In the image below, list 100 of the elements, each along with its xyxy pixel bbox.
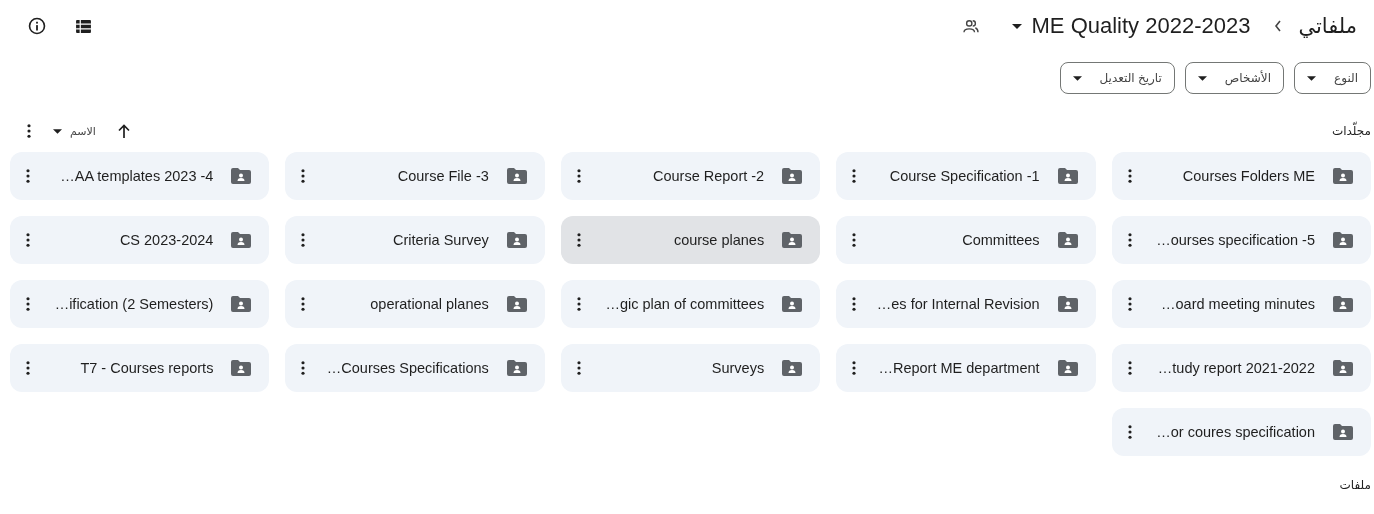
folder-title-dropdown[interactable]: ME Quality 2022-2023: [1003, 13, 1259, 39]
more-options-icon[interactable]: [26, 169, 30, 183]
folder-card[interactable]: CS 2023-2024: [10, 216, 270, 264]
folder-card[interactable]: Courses Folders ME: [1111, 152, 1371, 200]
shared-folder-icon: [231, 168, 252, 184]
sort-dropdown[interactable]: الاسم: [53, 124, 96, 138]
list-view-icon[interactable]: [76, 19, 91, 33]
folder-card[interactable]: …ification (2 Semesters): [10, 280, 270, 328]
more-options-icon[interactable]: [576, 361, 581, 375]
more-options-icon[interactable]: [576, 233, 581, 247]
shared-folder-icon: [506, 232, 527, 248]
folder-card[interactable]: Course Report -2: [560, 152, 821, 200]
folder-card[interactable]: …gic plan of committees: [560, 280, 821, 328]
more-options-icon[interactable]: [852, 233, 857, 247]
shared-folder-icon: [231, 232, 252, 248]
shared-folder-icon: [1057, 360, 1078, 376]
more-options-icon[interactable]: [1127, 297, 1132, 311]
filter-chip[interactable]: النوع: [1294, 62, 1371, 94]
folder-card[interactable]: …AA templates 2023 -4: [10, 152, 270, 200]
shared-folder-icon: [1333, 232, 1353, 248]
more-options-icon[interactable]: [301, 297, 306, 311]
shared-folder-icon: [1057, 168, 1078, 184]
more-options-icon[interactable]: [301, 169, 306, 183]
folder-name: …tudy report 2021-2022: [1156, 360, 1315, 376]
shared-folder-icon: [1333, 168, 1353, 184]
more-options-icon[interactable]: [852, 297, 857, 311]
shared-folder-icon: [506, 168, 527, 184]
folder-name: Surveys: [710, 360, 765, 376]
more-options-icon[interactable]: [27, 124, 31, 138]
filter-chip[interactable]: الأشخاص: [1184, 62, 1284, 94]
folder-name: Committees: [961, 232, 1040, 248]
folder-card[interactable]: Course Specification -1: [836, 152, 1096, 200]
folder-name: CS 2023-2024: [118, 232, 214, 248]
more-options-icon[interactable]: [852, 169, 857, 183]
shared-folder-icon: [1057, 232, 1078, 248]
folder-card[interactable]: …es for Internal Revision: [836, 280, 1096, 328]
more-options-icon[interactable]: [1127, 361, 1132, 375]
more-options-icon[interactable]: [26, 233, 30, 247]
folder-name: …gic plan of committees: [604, 296, 765, 312]
info-icon[interactable]: [28, 17, 46, 35]
folder-name: …ourses specification -5: [1155, 232, 1315, 248]
breadcrumb-link[interactable]: ملفاتي: [1298, 14, 1357, 38]
folder-name: Criteria Survey: [391, 232, 489, 248]
caret-icon: [1011, 23, 1022, 29]
folder-name: …AA templates 2023 -4: [59, 168, 214, 184]
shared-folder-icon: [1333, 424, 1353, 440]
folder-card[interactable]: …Courses Specifications: [285, 344, 545, 392]
more-options-icon[interactable]: [1127, 169, 1132, 183]
more-options-icon[interactable]: [1127, 425, 1132, 439]
shared-folder-icon: [782, 232, 803, 248]
folder-card[interactable]: …Report ME department: [836, 344, 1096, 392]
more-options-icon[interactable]: [852, 361, 857, 375]
shared-folder-icon: [506, 296, 527, 312]
folder-card[interactable]: …tudy report 2021-2022: [1111, 344, 1371, 392]
caret-icon: [1307, 75, 1316, 81]
folder-card[interactable]: Criteria Survey: [285, 216, 545, 264]
folder-name: T7 - Courses reports: [79, 360, 214, 376]
section-heading: ملفات: [1338, 478, 1371, 492]
shared-folder-icon: [231, 296, 252, 312]
folder-name: …Report ME department: [877, 360, 1040, 376]
folder-name: operational planes: [369, 296, 489, 312]
shared-folder-icon: [1333, 296, 1353, 312]
folder-name: …oard meeting minutes: [1160, 296, 1315, 312]
folder-card[interactable]: …ourses specification -5: [1111, 216, 1371, 264]
shared-folder-icon: [782, 360, 803, 376]
more-options-icon[interactable]: [576, 297, 581, 311]
shared-folder-icon: [782, 168, 803, 184]
folder-name: Course Report -2: [651, 168, 765, 184]
folder-name: …or coures specification: [1155, 424, 1315, 440]
more-options-icon[interactable]: [26, 361, 30, 375]
shared-folder-icon: [1057, 296, 1078, 312]
folder-name: Course File -3: [396, 168, 489, 184]
caret-icon: [1072, 75, 1082, 81]
folder-card[interactable]: operational planes: [285, 280, 545, 328]
folder-card[interactable]: T7 - Courses reports: [10, 344, 270, 392]
shared-folder-icon: [506, 360, 527, 376]
caret-icon: [53, 128, 62, 134]
people-icon[interactable]: [961, 19, 980, 33]
sort-arrow-icon[interactable]: [117, 124, 130, 138]
folder-card[interactable]: Surveys: [560, 344, 821, 392]
shared-folder-icon: [1333, 360, 1353, 376]
folder-card[interactable]: course planes: [560, 216, 821, 264]
shared-folder-icon: [231, 360, 252, 376]
folder-name: …Courses Specifications: [325, 360, 489, 376]
more-options-icon[interactable]: [301, 361, 306, 375]
folder-name: Courses Folders ME: [1181, 168, 1315, 184]
folder-card[interactable]: Course File -3: [285, 152, 545, 200]
folder-card[interactable]: …or coures specification: [1111, 408, 1371, 456]
caret-icon: [1197, 75, 1207, 81]
folder-card[interactable]: …oard meeting minutes: [1111, 280, 1371, 328]
more-options-icon[interactable]: [1127, 233, 1132, 247]
more-options-icon[interactable]: [26, 297, 30, 311]
shared-folder-icon: [782, 296, 803, 312]
filter-chip[interactable]: تاريخ التعديل: [1059, 62, 1175, 94]
more-options-icon[interactable]: [576, 169, 581, 183]
more-options-icon[interactable]: [301, 233, 306, 247]
folder-card[interactable]: Committees: [836, 216, 1096, 264]
folder-name: …es for Internal Revision: [875, 296, 1040, 312]
folder-name: course planes: [672, 232, 765, 248]
chevron-icon: [1274, 20, 1283, 32]
